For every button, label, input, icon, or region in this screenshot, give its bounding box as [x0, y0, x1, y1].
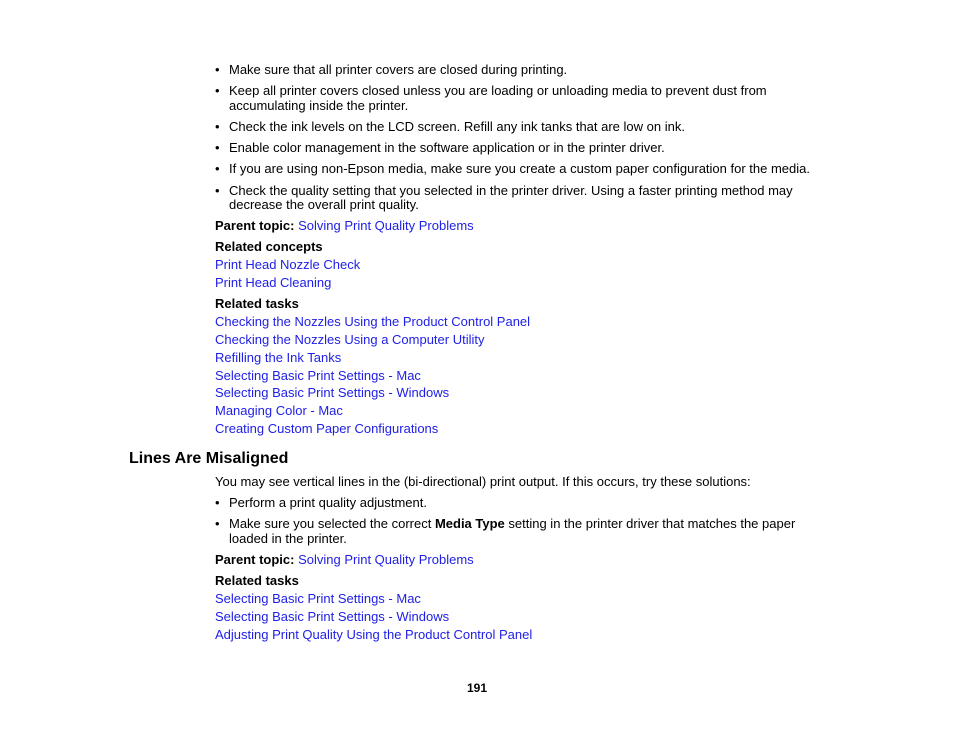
bullet-text: Check the quality setting that you selec…	[229, 183, 793, 198]
bullet-text: Keep all printer covers closed unless yo…	[229, 83, 767, 98]
bullet-glyph: •	[215, 161, 220, 176]
bullet-glyph: •	[215, 83, 220, 98]
related-concepts-label: Related concepts	[215, 239, 323, 254]
related-task-link[interactable]: Selecting Basic Print Settings - Mac	[215, 368, 421, 383]
bullet-glyph: •	[215, 516, 220, 531]
related-concept-link[interactable]: Print Head Nozzle Check	[215, 257, 360, 272]
bullet-glyph: •	[215, 495, 220, 510]
bullet-glyph: •	[215, 119, 220, 134]
parent-topic-label: Parent topic:	[215, 218, 295, 233]
bullet-text: Enable color management in the software …	[229, 140, 665, 155]
related-task-link[interactable]: Refilling the Ink Tanks	[215, 350, 341, 365]
bullet-glyph: •	[215, 183, 220, 198]
parent-topic-link[interactable]: Solving Print Quality Problems	[298, 552, 474, 567]
media-type-term: Media Type	[434, 516, 505, 531]
bullet-text: Perform a print quality adjustment.	[229, 495, 427, 510]
related-task-link[interactable]: Selecting Basic Print Settings - Windows	[215, 385, 449, 400]
related-task-link[interactable]: Managing Color - Mac	[215, 403, 343, 418]
related-task-link[interactable]: Adjusting Print Quality Using the Produc…	[215, 627, 532, 642]
bullet-text: accumulating inside the printer.	[229, 98, 409, 113]
parent-topic-label: Parent topic:	[215, 552, 295, 567]
bullet-text: Make sure that all printer covers are cl…	[229, 62, 568, 77]
bullet-text-part: Make sure you selected the correct	[229, 516, 435, 531]
related-task-link[interactable]: Selecting Basic Print Settings - Windows	[215, 609, 449, 624]
bullet-glyph: •	[215, 140, 220, 155]
related-task-link[interactable]: Checking the Nozzles Using the Product C…	[215, 314, 530, 329]
bullet-text: If you are using non-Epson media, make s…	[229, 161, 810, 176]
related-task-link[interactable]: Checking the Nozzles Using a Computer Ut…	[215, 332, 485, 347]
parent-topic: Parent topic: Solving Print Quality Prob…	[215, 552, 474, 567]
bullet-glyph: •	[215, 62, 220, 77]
related-task-link[interactable]: Creating Custom Paper Configurations	[215, 421, 438, 436]
related-tasks-label: Related tasks	[215, 573, 299, 588]
bullet-text: Check the ink levels on the LCD screen. …	[229, 119, 685, 134]
parent-topic: Parent topic: Solving Print Quality Prob…	[215, 218, 474, 233]
bullet-text: Make sure you selected the correct Media…	[229, 516, 795, 531]
bullet-text: loaded in the printer.	[229, 531, 347, 546]
related-task-link[interactable]: Selecting Basic Print Settings - Mac	[215, 591, 421, 606]
related-tasks-label: Related tasks	[215, 296, 299, 311]
section-intro: You may see vertical lines in the (bi-di…	[215, 474, 751, 489]
related-concept-link[interactable]: Print Head Cleaning	[215, 275, 331, 290]
bullet-text-part: setting in the printer driver that match…	[504, 516, 796, 531]
bullet-text: decrease the overall print quality.	[229, 197, 419, 212]
parent-topic-link[interactable]: Solving Print Quality Problems	[298, 218, 474, 233]
section-heading: Lines Are Misaligned	[129, 450, 289, 467]
page-number: 191	[467, 681, 488, 695]
